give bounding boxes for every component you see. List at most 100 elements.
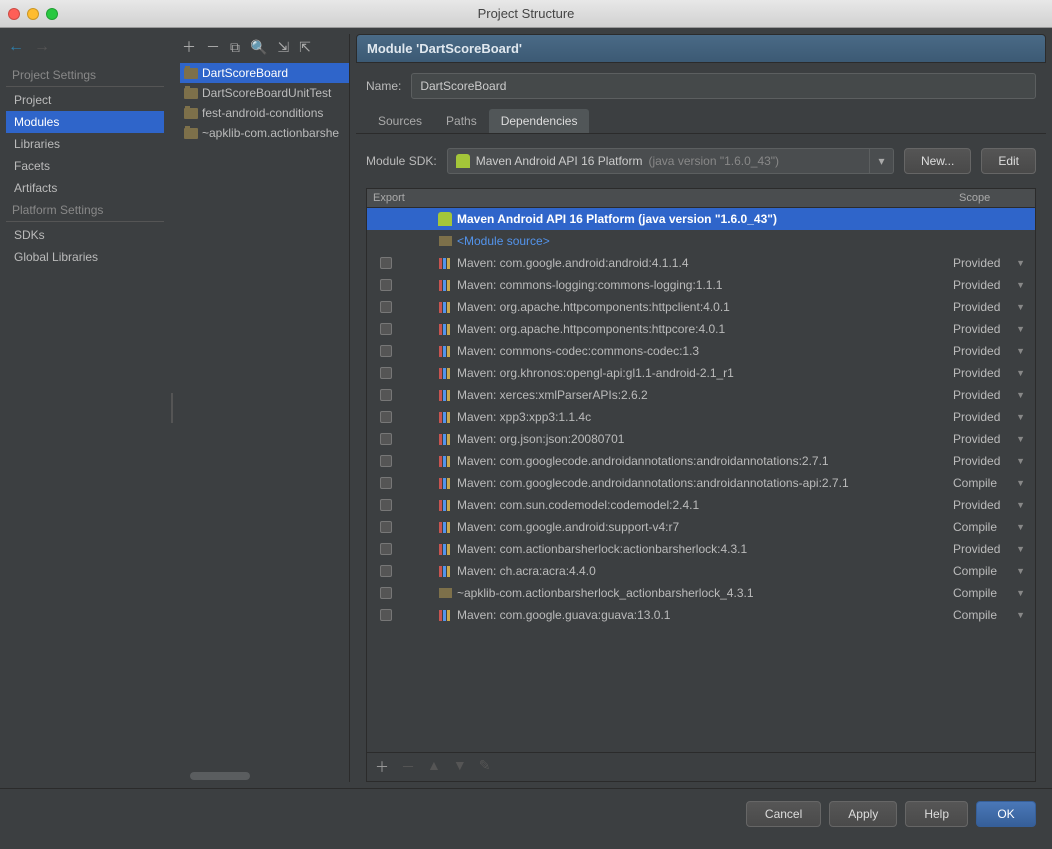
new-sdk-button[interactable]: New... <box>904 148 971 174</box>
nav-item-artifacts[interactable]: Artifacts <box>6 177 164 199</box>
remove-module-button[interactable]: － <box>206 37 220 57</box>
move-up-button[interactable]: ▲ <box>427 757 441 777</box>
dependency-row[interactable]: Maven: org.json:json:20080701Provided▼ <box>367 428 1035 450</box>
export-checkbox[interactable] <box>380 455 392 467</box>
dependency-row[interactable]: <Module source> <box>367 230 1035 252</box>
export-checkbox[interactable] <box>380 477 392 489</box>
export-checkbox[interactable] <box>380 367 392 379</box>
export-checkbox[interactable] <box>380 565 392 577</box>
dependency-row[interactable]: Maven: ch.acra:acra:4.4.0Compile▼ <box>367 560 1035 582</box>
module-item[interactable]: fest-android-conditions <box>180 103 349 123</box>
dependency-name: Maven: org.json:json:20080701 <box>453 432 953 446</box>
zoom-window-button[interactable] <box>46 8 58 20</box>
forward-button[interactable]: → <box>34 38 50 56</box>
module-sdk-select[interactable]: Maven Android API 16 Platform (java vers… <box>447 148 894 174</box>
scope-select[interactable]: Provided▼ <box>953 432 1031 446</box>
nav-item-project[interactable]: Project <box>6 89 164 111</box>
dependency-row[interactable]: Maven: com.googlecode.androidannotations… <box>367 472 1035 494</box>
export-checkbox[interactable] <box>380 433 392 445</box>
dependency-row[interactable]: Maven: com.google.android:android:4.1.1.… <box>367 252 1035 274</box>
module-item[interactable]: DartScoreBoardUnitTest <box>180 83 349 103</box>
dependency-row[interactable]: Maven: xerces:xmlParserAPIs:2.6.2Provide… <box>367 384 1035 406</box>
dependency-row[interactable]: Maven: org.apache.httpcomponents:httpcli… <box>367 296 1035 318</box>
scope-select[interactable]: Compile▼ <box>953 608 1031 622</box>
nav-item-modules[interactable]: Modules <box>6 111 164 133</box>
dependency-row[interactable]: Maven: commons-codec:commons-codec:1.3Pr… <box>367 340 1035 362</box>
export-checkbox[interactable] <box>380 521 392 533</box>
dependency-row[interactable]: Maven: com.sun.codemodel:codemodel:2.4.1… <box>367 494 1035 516</box>
export-checkbox[interactable] <box>380 609 392 621</box>
nav-item-facets[interactable]: Facets <box>6 155 164 177</box>
dependency-row[interactable]: Maven: org.khronos:opengl-api:gl1.1-andr… <box>367 362 1035 384</box>
scope-select[interactable]: Provided▼ <box>953 454 1031 468</box>
edit-sdk-button[interactable]: Edit <box>981 148 1036 174</box>
add-module-button[interactable]: ＋ <box>182 37 196 57</box>
module-item[interactable]: DartScoreBoard <box>180 63 349 83</box>
scope-select[interactable]: Provided▼ <box>953 388 1031 402</box>
scope-select[interactable]: Provided▼ <box>953 322 1031 336</box>
library-icon <box>439 368 451 379</box>
module-item[interactable]: ~apklib-com.actionbarshe <box>180 123 349 143</box>
remove-dep-button[interactable]: － <box>401 757 415 777</box>
horizontal-scrollbar[interactable] <box>180 770 349 782</box>
back-button[interactable]: ← <box>8 38 24 56</box>
apply-button[interactable]: Apply <box>829 801 897 827</box>
move-down-button[interactable]: ▼ <box>453 757 467 777</box>
scope-select[interactable]: Compile▼ <box>953 520 1031 534</box>
tab-dependencies[interactable]: Dependencies <box>489 109 590 133</box>
scope-select[interactable]: Compile▼ <box>953 586 1031 600</box>
dependency-row[interactable]: Maven: com.google.guava:guava:13.0.1Comp… <box>367 604 1035 626</box>
ok-button[interactable]: OK <box>976 801 1036 827</box>
dependency-row[interactable]: Maven: xpp3:xpp3:1.1.4cProvided▼ <box>367 406 1035 428</box>
export-checkbox[interactable] <box>380 345 392 357</box>
nav-item-sdks[interactable]: SDKs <box>6 224 164 246</box>
dependency-row[interactable]: Maven: org.apache.httpcomponents:httpcor… <box>367 318 1035 340</box>
dependency-row[interactable]: Maven: commons-logging:commons-logging:1… <box>367 274 1035 296</box>
tab-sources[interactable]: Sources <box>366 109 434 133</box>
dependency-row[interactable]: ~apklib-com.actionbarsherlock_actionbars… <box>367 582 1035 604</box>
scope-select[interactable]: Provided▼ <box>953 498 1031 512</box>
nav-item-libraries[interactable]: Libraries <box>6 133 164 155</box>
splitter[interactable] <box>170 34 174 782</box>
find-button[interactable]: 🔍 <box>250 39 267 56</box>
minimize-window-button[interactable] <box>27 8 39 20</box>
scope-select[interactable]: Compile▼ <box>953 476 1031 490</box>
scope-select[interactable]: Compile▼ <box>953 564 1031 578</box>
library-icon <box>439 302 451 313</box>
close-window-button[interactable] <box>8 8 20 20</box>
scope-select[interactable]: Provided▼ <box>953 278 1031 292</box>
expand-all-button[interactable]: ⇲ <box>277 39 289 56</box>
dialog-footer: Cancel Apply Help OK <box>0 788 1052 839</box>
export-checkbox[interactable] <box>380 587 392 599</box>
tab-paths[interactable]: Paths <box>434 109 489 133</box>
export-checkbox[interactable] <box>380 257 392 269</box>
export-checkbox[interactable] <box>380 543 392 555</box>
folder-icon <box>184 128 198 139</box>
export-checkbox[interactable] <box>380 279 392 291</box>
dependency-row[interactable]: Maven Android API 16 Platform (java vers… <box>367 208 1035 230</box>
nav-item-global-libraries[interactable]: Global Libraries <box>6 246 164 268</box>
help-button[interactable]: Help <box>905 801 968 827</box>
scope-select[interactable]: Provided▼ <box>953 344 1031 358</box>
collapse-all-button[interactable]: ⇱ <box>299 39 311 56</box>
scope-select[interactable]: Provided▼ <box>953 366 1031 380</box>
edit-dep-button[interactable]: ✎ <box>479 757 491 777</box>
export-checkbox[interactable] <box>380 499 392 511</box>
export-checkbox[interactable] <box>380 323 392 335</box>
module-name-input[interactable] <box>411 73 1036 99</box>
dependency-row[interactable]: Maven: com.googlecode.androidannotations… <box>367 450 1035 472</box>
scope-select[interactable]: Provided▼ <box>953 300 1031 314</box>
cancel-button[interactable]: Cancel <box>746 801 821 827</box>
add-dep-button[interactable]: ＋ <box>375 757 389 777</box>
dependency-row[interactable]: Maven: com.google.android:support-v4:r7C… <box>367 516 1035 538</box>
export-checkbox[interactable] <box>380 389 392 401</box>
dependency-row[interactable]: Maven: com.actionbarsherlock:actionbarsh… <box>367 538 1035 560</box>
export-checkbox[interactable] <box>380 411 392 423</box>
export-checkbox[interactable] <box>380 301 392 313</box>
scope-select[interactable]: Provided▼ <box>953 256 1031 270</box>
copy-module-button[interactable]: ⧉ <box>230 39 240 56</box>
dependency-name: Maven: com.googlecode.androidannotations… <box>453 454 953 468</box>
scope-select[interactable]: Provided▼ <box>953 410 1031 424</box>
scope-select[interactable]: Provided▼ <box>953 542 1031 556</box>
library-icon <box>439 434 451 445</box>
